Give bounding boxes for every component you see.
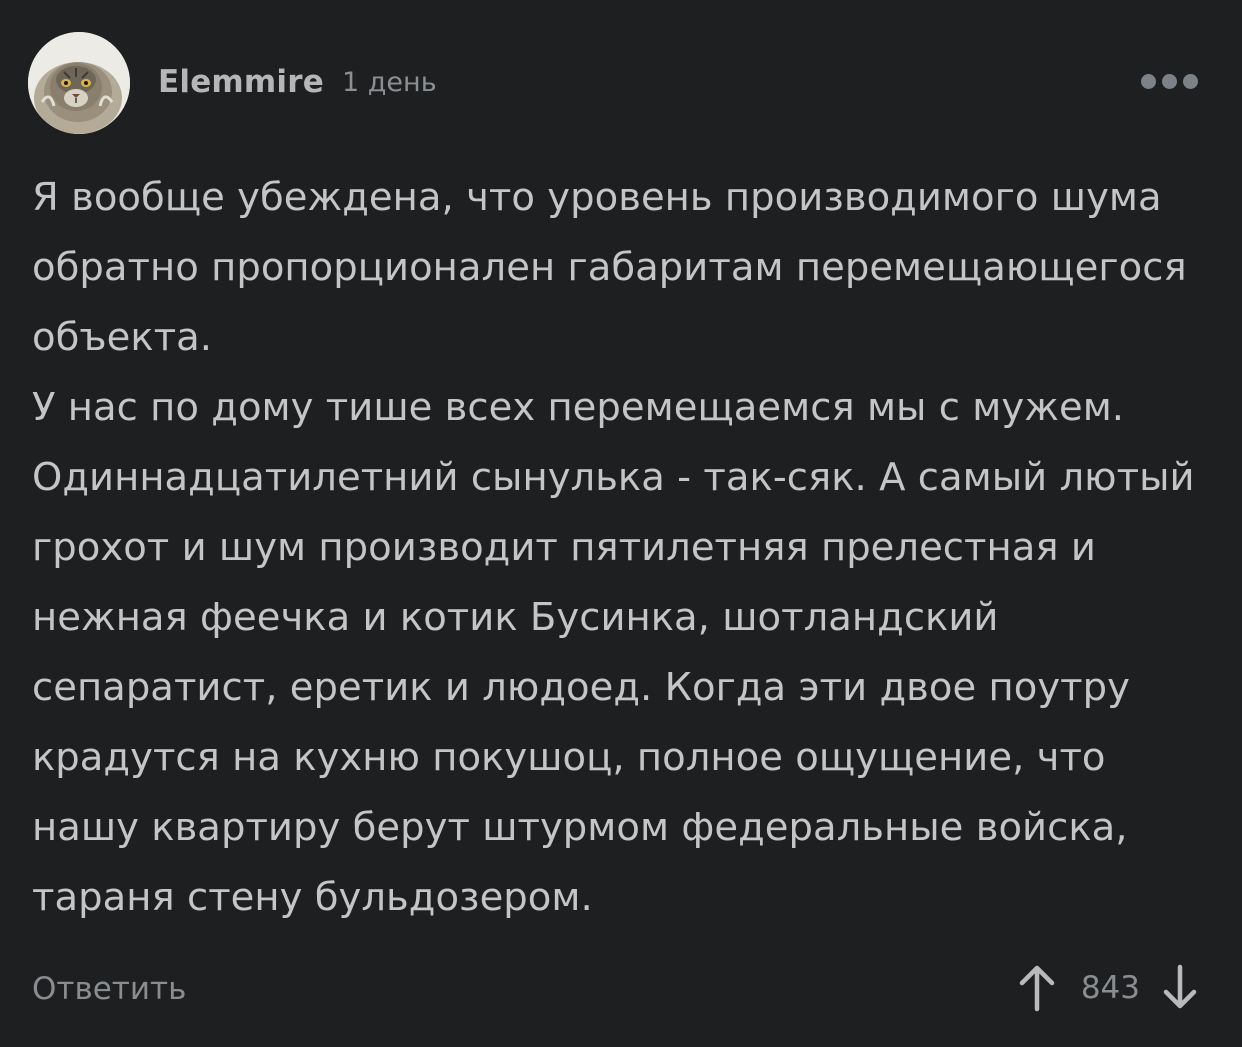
comment-header: Elemmire 1 день (28, 32, 1214, 134)
rating-count: 843 (1080, 970, 1140, 1006)
arrow-up-icon[interactable] (1015, 960, 1059, 1016)
manul-cat-avatar-image (28, 32, 130, 134)
dot (1141, 74, 1156, 89)
comment-footer: Ответить 843 (32, 958, 1202, 1018)
comment-paragraph: У нас по дому тише всех перемещаемся мы … (32, 385, 1195, 920)
author-name[interactable]: Elemmire (158, 64, 324, 100)
comment-paragraph: Я вообще убеждена, что уровень производи… (32, 175, 1187, 360)
vote-control: 843 (1015, 958, 1202, 1018)
arrow-down-icon[interactable] (1158, 960, 1202, 1016)
reply-button[interactable]: Ответить (32, 971, 186, 1007)
dot (1162, 74, 1177, 89)
avatar[interactable] (28, 32, 130, 134)
comment-date: 1 день (342, 67, 437, 98)
more-dots-icon[interactable] (1141, 74, 1198, 92)
comment-body: Я вообще убеждена, что уровень производи… (32, 163, 1212, 933)
dot (1183, 74, 1198, 89)
comment: Elemmire 1 день Я вообще убеждена, что у… (0, 0, 1242, 1047)
